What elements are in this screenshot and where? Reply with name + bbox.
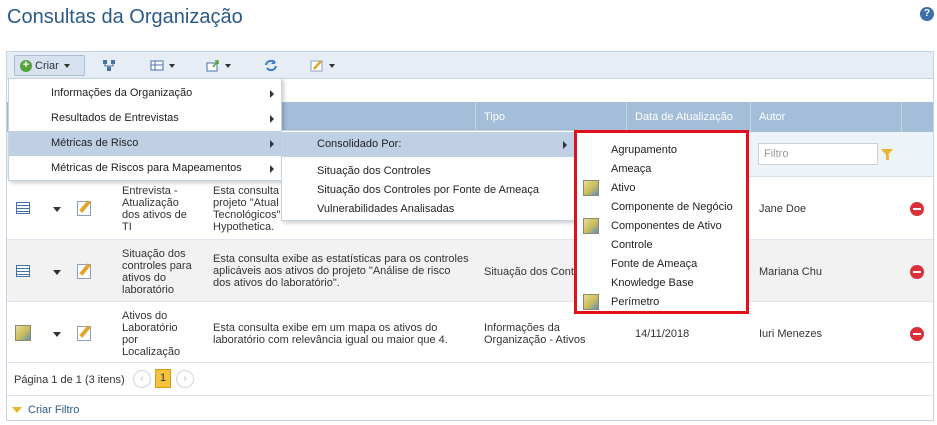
submenu2-item-grouping[interactable]: Agrupamento (611, 144, 677, 156)
query-type: Situação dos Cont (484, 266, 574, 278)
refresh-button[interactable] (259, 55, 283, 76)
column-config-button[interactable] (145, 55, 180, 76)
next-page-button[interactable]: › (176, 370, 194, 388)
edit-icon[interactable] (77, 264, 91, 279)
help-icon[interactable]: ? (920, 7, 934, 21)
create-button[interactable]: + Criar (14, 55, 85, 76)
menu-item-interview-results[interactable]: Resultados de Entrevistas (9, 106, 281, 131)
create-button-label: Criar (35, 59, 59, 72)
query-type: Informações da Organização - Ativos (484, 322, 586, 346)
query-name: Entrevista - Atualização dos ativos de TI (122, 185, 187, 233)
column-header-tipo[interactable]: Tipo (475, 102, 626, 132)
create-menu: Informações da Organização Resultados de… (8, 78, 282, 181)
submenu-item-control-status-threat-source[interactable]: Situação dos Controles por Fonte de Amea… (282, 178, 575, 197)
export-icon (206, 60, 219, 72)
chevron-down-icon (225, 63, 231, 68)
chart-icon (583, 218, 599, 234)
column-config-icon (150, 60, 164, 71)
chevron-right-icon (270, 90, 274, 98)
export-button[interactable] (201, 55, 236, 76)
submenu2-item-asset[interactable]: Ativo (611, 182, 635, 194)
submenu2-item-threat-source[interactable]: Fonte de Ameaça (611, 258, 697, 270)
pager: Página 1 de 1 (3 itens) ‹ 1 › (7, 362, 933, 396)
submenu-item-control-status[interactable]: Situação dos Controles (282, 159, 575, 178)
row-menu-caret[interactable] (53, 207, 61, 212)
query-description: Esta consulta exibe as estatísticas para… (213, 253, 469, 289)
query-name: Situação dos controles para ativos do labor… (122, 248, 192, 296)
create-filter-label: Criar Filtro (28, 404, 80, 416)
menu-item-risk-metrics-mapping[interactable]: Métricas de Riscos para Mapeamentos (9, 156, 281, 181)
refresh-icon (265, 59, 277, 72)
column-header-data[interactable]: Data de Atualização (626, 102, 750, 132)
delete-icon[interactable] (910, 327, 924, 341)
chevron-down-icon (169, 63, 175, 68)
chart-icon (583, 294, 599, 310)
chevron-right-icon (270, 140, 274, 148)
query-author: Mariana Chu (759, 266, 822, 278)
query-name: Ativos do Laboratório por Localização (122, 310, 181, 358)
filter-icon[interactable] (881, 149, 893, 160)
submenu2-item-control[interactable]: Controle (611, 239, 653, 251)
row-menu-caret[interactable] (53, 332, 61, 337)
submenu2-item-business-component[interactable]: Componente de Negócio (611, 201, 733, 213)
submenu2-item-threat[interactable]: Ameaça (611, 163, 651, 175)
author-filter-input[interactable]: Filtro (758, 143, 878, 165)
row-menu-caret[interactable] (53, 270, 61, 275)
chart-icon (583, 180, 599, 196)
edit-icon[interactable] (77, 201, 91, 216)
submenu2-item-perimeter[interactable]: Perímetro (611, 296, 659, 308)
query-date: 14/11/2018 (635, 328, 690, 340)
edit-menu-button[interactable] (305, 55, 340, 76)
chevron-down-icon (63, 63, 70, 68)
query-author: Iuri Menezes (759, 328, 822, 340)
query-author: Jane Doe (759, 203, 807, 215)
page-title: Consultas da Organização (7, 6, 243, 28)
delete-icon[interactable] (910, 202, 924, 216)
delete-icon[interactable] (910, 265, 924, 279)
page-number-button[interactable]: 1 (155, 369, 171, 388)
submenu-item-vulnerabilities[interactable]: Vulnerabilidades Analisadas (282, 197, 575, 216)
filter-icon (12, 407, 22, 413)
edit-icon (310, 60, 323, 72)
column-header-autor[interactable]: Autor (750, 102, 901, 132)
table-row[interactable]: Ativos do Laboratório por Localização Esta … (7, 302, 933, 363)
submenu2-item-knowledge-base[interactable]: Knowledge Base (611, 277, 694, 289)
chart-icon[interactable] (15, 325, 31, 341)
grid-icon[interactable] (16, 265, 30, 277)
chevron-right-icon (563, 141, 567, 149)
hierarchy-button[interactable] (97, 55, 121, 76)
table-row[interactable]: Situação dos controles para ativos do labor… (7, 240, 933, 302)
submenu2-item-asset-components[interactable]: Componentes de Ativo (611, 220, 722, 232)
column-header-actions (901, 102, 933, 132)
edit-icon[interactable] (77, 326, 91, 341)
risk-metrics-submenu: Consolidado Por: Situação dos Controles … (281, 130, 576, 221)
plus-icon: + (20, 59, 32, 72)
prev-page-button[interactable]: ‹ (133, 370, 151, 388)
consolidated-by-submenu: Agrupamento Ameaça Ativo Componente de N… (574, 130, 749, 314)
grid-icon[interactable] (16, 202, 30, 214)
menu-item-risk-metrics[interactable]: Métricas de Risco (9, 131, 281, 156)
toolbar: + Criar (7, 52, 933, 79)
pager-text: Página 1 de 1 (3 itens) (14, 374, 125, 386)
create-filter-link[interactable]: Criar Filtro (12, 404, 79, 416)
query-description: Esta consulta exibe em um mapa os ativos… (213, 322, 448, 346)
menu-item-organization-info[interactable]: Informações da Organização (9, 81, 281, 106)
hierarchy-icon (103, 60, 115, 71)
chevron-right-icon (270, 115, 274, 123)
submenu-item-consolidated-by[interactable]: Consolidado Por: (282, 132, 575, 157)
chevron-right-icon (270, 165, 274, 173)
chevron-down-icon (329, 63, 335, 68)
